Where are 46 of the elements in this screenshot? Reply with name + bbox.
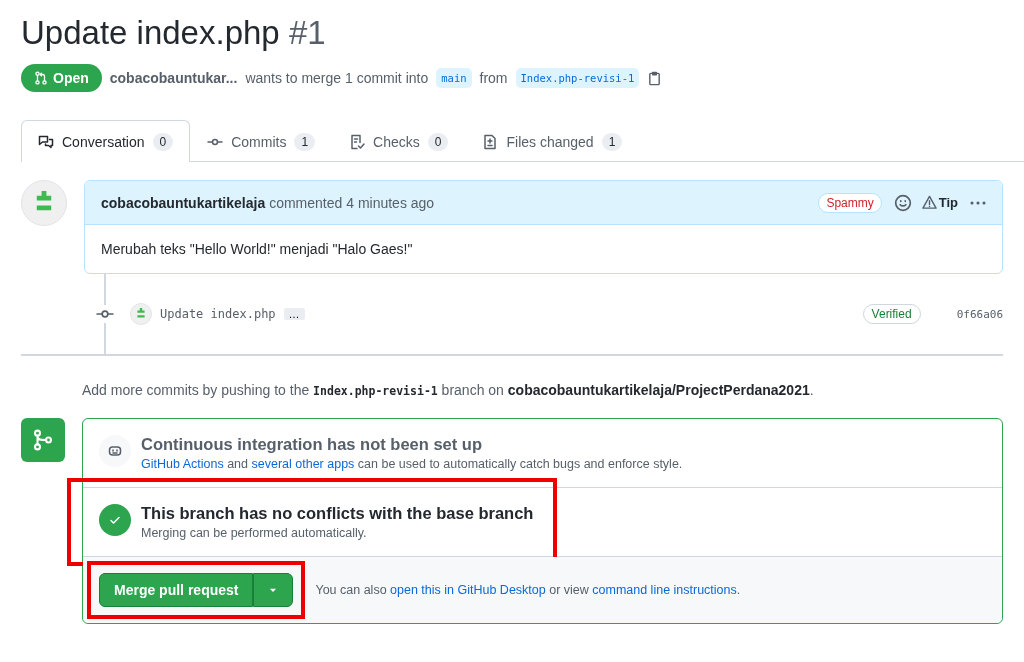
- dropdown-button[interactable]: [253, 573, 294, 607]
- link[interactable]: open this in GitHub Desktop: [390, 583, 546, 597]
- tab[interactable]: Checks 0: [332, 120, 466, 162]
- avatar: [21, 180, 67, 226]
- checklist-icon: [349, 133, 366, 150]
- pull-request-icon: [34, 71, 48, 85]
- counter: 0: [152, 132, 174, 151]
- link[interactable]: GitHub Actions: [141, 457, 224, 471]
- status-title: This branch has no conflicts with the base branch: [141, 504, 534, 523]
- tab[interactable]: Files changed 1: [465, 120, 640, 162]
- comment-time: commented 4 minutes ago: [269, 194, 435, 211]
- comment-body: Merubah teks "Hello World!" menjadi "Halo Gaes!": [100, 240, 414, 259]
- merge-summary: from: [479, 70, 508, 86]
- spam-label: Spammy: [818, 192, 882, 213]
- merge-summary: wants to merge 1 commit into: [245, 70, 429, 86]
- warning-icon: [921, 195, 937, 210]
- commit-sha[interactable]: 0f66a06: [956, 307, 1003, 321]
- link[interactable]: command line instructions: [592, 583, 737, 597]
- page-title: Update index.php #1: [21, 14, 327, 52]
- chat-bubbles-icon: [38, 133, 54, 150]
- counter: 1: [601, 132, 623, 151]
- avatar: [130, 303, 152, 325]
- clipboard-icon: [647, 70, 663, 86]
- status-description: GitHub Actions and several other apps can be used to automatically catch bugs and enforce style.: [141, 457, 683, 471]
- smiley-icon: [893, 193, 912, 212]
- tab[interactable]: Commits 1: [190, 120, 333, 162]
- robot-face-icon: [107, 443, 123, 459]
- push-hint: Add more commits by pushing to the Index.php-revisi-1 branch on cobacobauntukartikelaja/ProjectPerdana2021.: [82, 382, 815, 398]
- branch-label[interactable]: Index.php-revisi-1: [515, 68, 640, 88]
- tab[interactable]: Conversation 0: [21, 120, 191, 162]
- file-diff-icon: [482, 133, 499, 150]
- counter: 0: [427, 132, 449, 151]
- branch-label[interactable]: main: [436, 68, 472, 88]
- merge-alternatives: You can also open this in GitHub Desktop or view command line instructions.: [315, 583, 741, 597]
- expand-button[interactable]: …: [283, 308, 305, 320]
- tip-button[interactable]: Tip: [921, 195, 958, 210]
- counter: 1: [294, 132, 316, 151]
- git-merge-icon: [32, 429, 54, 451]
- comment-author[interactable]: cobacobauntukartikelaja: [101, 194, 266, 211]
- more-icon: [970, 200, 986, 205]
- status-badge: Open: [21, 64, 102, 92]
- status-title: Continuous integration has not been set up: [141, 435, 483, 454]
- link[interactable]: several other apps: [251, 457, 355, 471]
- author-link[interactable]: cobacobauntukar...: [109, 70, 238, 86]
- status-description: Merging can be performed automatically.: [141, 526, 368, 540]
- commit-message[interactable]: Update index.php: [160, 307, 276, 321]
